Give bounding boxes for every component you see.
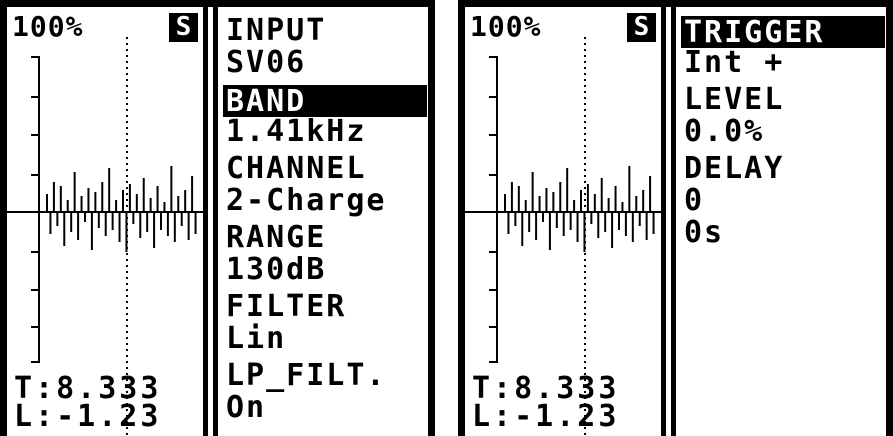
left-screen: 100% S T:8.333 L:-1.23 INPUT SV06 BAND 1… (0, 0, 435, 436)
signal-waveform (504, 166, 655, 252)
frame-left (0, 0, 7, 436)
param-value-2: 0s (684, 215, 725, 250)
divider (213, 0, 218, 436)
scale-percent: 100% (12, 10, 84, 43)
param-value: Int + (684, 45, 785, 80)
param-value: 2-Charge (226, 183, 387, 218)
param-value: Lin (226, 321, 287, 356)
divider (661, 0, 666, 436)
param-value: SV06 (226, 45, 307, 80)
param-title: RANGE (226, 220, 327, 255)
param-band[interactable]: BAND 1.41kHz (222, 83, 430, 152)
param-title: LP_FILT. (226, 358, 387, 393)
param-value: 0.0% (684, 114, 765, 149)
level-readout: L:-1.23 (472, 399, 620, 434)
param-value: On (226, 390, 267, 425)
scale-ticks (7, 56, 203, 363)
param-input[interactable]: INPUT SV06 (222, 14, 430, 83)
scale-percent: 100% (470, 10, 542, 43)
param-lp-filt[interactable]: LP_FILT. On (222, 359, 430, 428)
level-readout: L:-1.23 (14, 399, 162, 434)
param-delay[interactable]: DELAY 0 0s (680, 152, 888, 262)
scale-ticks (465, 56, 661, 363)
divider (203, 0, 208, 436)
param-trigger[interactable]: TRIGGER Int + (680, 14, 888, 83)
param-title: CHANNEL (226, 151, 367, 186)
param-level[interactable]: LEVEL 0.0% (680, 83, 888, 152)
param-title: LEVEL (684, 82, 785, 117)
param-range[interactable]: RANGE 130dB (222, 221, 430, 290)
s-badge: S (627, 13, 656, 42)
param-title-selected: BAND (223, 85, 427, 117)
param-value: 130dB (226, 252, 327, 287)
param-filter[interactable]: FILTER Lin (222, 290, 430, 359)
param-title: INPUT (226, 13, 327, 48)
s-badge: S (169, 13, 198, 42)
parameter-panel: INPUT SV06 BAND 1.41kHz CHANNEL 2-Charge… (222, 14, 430, 428)
divider (671, 0, 676, 436)
right-screen: 100% S T:8.333 L:-1.23 TRIGGER Int + LEV… (458, 0, 893, 436)
param-title: DELAY (684, 151, 785, 186)
param-title-selected: TRIGGER (681, 16, 885, 48)
param-title: FILTER (226, 289, 347, 324)
signal-waveform (46, 166, 197, 252)
param-channel[interactable]: CHANNEL 2-Charge (222, 152, 430, 221)
parameter-panel: TRIGGER Int + LEVEL 0.0% DELAY 0 0s (680, 14, 888, 262)
frame-left (458, 0, 465, 436)
param-value: 0 (684, 183, 705, 218)
param-value: 1.41kHz (226, 114, 367, 149)
